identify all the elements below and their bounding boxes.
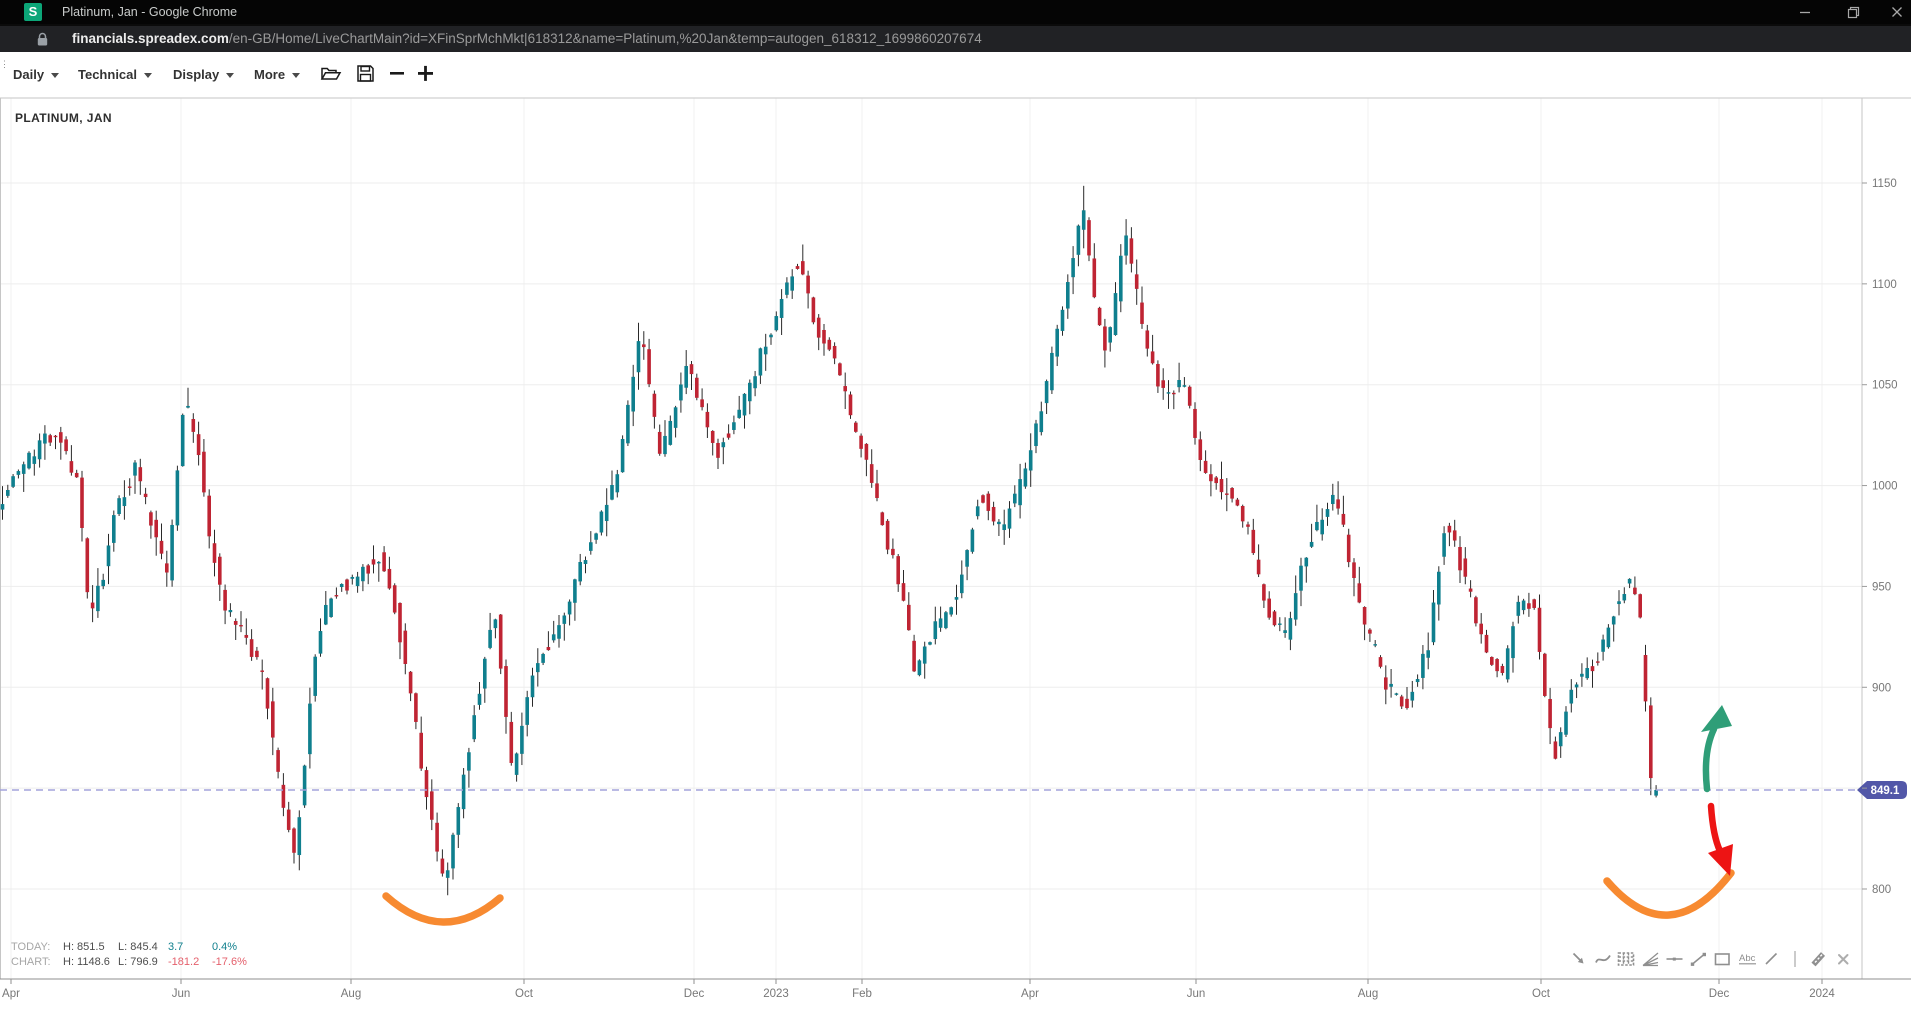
- close-button-icon[interactable]: [1880, 0, 1911, 24]
- instrument-title: PLATINUM, JAN: [15, 111, 112, 125]
- chevron-down-icon: [226, 73, 234, 78]
- gridlines: [0, 98, 1862, 979]
- spreadex-favicon-icon: S: [24, 3, 42, 21]
- svg-text:1100: 1100: [1872, 279, 1897, 291]
- window-title: Platinum, Jan - Google Chrome: [62, 0, 237, 24]
- svg-text:1000: 1000: [1872, 481, 1898, 493]
- menu-timeframe[interactable]: Daily: [13, 52, 59, 97]
- red-down-arrow[interactable]: [1708, 806, 1733, 876]
- text-tool-icon[interactable]: Abc: [1737, 948, 1756, 970]
- svg-text:800: 800: [1872, 884, 1891, 896]
- svg-text:950: 950: [1872, 581, 1891, 593]
- orange-swoosh-right[interactable]: [1607, 873, 1731, 915]
- svg-text:Oct: Oct: [515, 988, 534, 1000]
- url-path: /en-GB/Home/LiveChartMain?id=XFinSprMchM…: [229, 31, 982, 46]
- marker-icon[interactable]: [1809, 948, 1828, 970]
- chart-toolbar: ⋮ Daily Technical Display More: [0, 52, 1911, 97]
- diagonal-line-icon[interactable]: [1761, 948, 1780, 970]
- delete-icon[interactable]: [1833, 948, 1852, 970]
- chevron-down-icon: [144, 73, 152, 78]
- restore-button-icon[interactable]: [1836, 0, 1870, 24]
- lock-icon: [36, 32, 49, 52]
- separator-icon: [1785, 948, 1804, 970]
- svg-text:900: 900: [1872, 682, 1891, 694]
- menu-display[interactable]: Display: [173, 52, 234, 97]
- svg-text:1150: 1150: [1872, 178, 1897, 190]
- axis-labels: Apr Jun Aug Oct Dec 2023 Feb Apr Jun Aug Oct Dec 202…: [2, 178, 1898, 1000]
- legend-row-today: TODAY:H: 851.5L: 845.43.70.4%: [11, 940, 256, 955]
- svg-text:2023: 2023: [763, 988, 789, 1000]
- svg-text:Dec: Dec: [684, 988, 705, 1000]
- orange-swoosh-left[interactable]: [386, 896, 500, 922]
- last-price-line: 849.1: [0, 781, 1907, 799]
- price-chart[interactable]: 849.1 Apr Jun Aug Oct Dec 2023 Feb Apr Jun Aug Oct D…: [0, 0, 1911, 1011]
- address-bar[interactable]: financials.spreadex.com/en-GB/Home/LiveC…: [0, 24, 1911, 52]
- svg-text:Aug: Aug: [341, 988, 361, 1000]
- horizontal-line-icon[interactable]: [1665, 948, 1684, 970]
- rectangle-icon[interactable]: [1713, 948, 1732, 970]
- zoom-out-icon[interactable]: [389, 64, 411, 86]
- svg-text:1050: 1050: [1872, 380, 1898, 392]
- svg-text:Abc: Abc: [1739, 953, 1756, 964]
- trend-line-icon[interactable]: [1689, 948, 1708, 970]
- axes: [0, 98, 1911, 979]
- pointer-arrow-icon[interactable]: [1569, 948, 1588, 970]
- chevron-down-icon: [292, 73, 300, 78]
- panel-grip[interactable]: ⋮: [0, 60, 9, 69]
- svg-text:2024: 2024: [1809, 988, 1835, 1000]
- window-titlebar: S Platinum, Jan - Google Chrome: [0, 0, 1911, 24]
- svg-text:Jun: Jun: [172, 988, 191, 1000]
- svg-text:Apr: Apr: [2, 988, 20, 1000]
- url-domain: financials.spreadex.com: [72, 31, 229, 46]
- save-chart-icon[interactable]: [356, 64, 378, 86]
- freehand-curve-icon[interactable]: [1593, 948, 1612, 970]
- svg-text:849.1: 849.1: [1871, 785, 1900, 797]
- candlestick-series: [1, 186, 1658, 895]
- svg-text:Aug: Aug: [1358, 988, 1378, 1000]
- menu-more[interactable]: More: [254, 52, 300, 97]
- price-legend: TODAY:H: 851.5L: 845.43.70.4% CHART:H: 1…: [11, 940, 256, 969]
- legend-row-chart: CHART:H: 1148.6L: 796.9-181.2-17.6%: [11, 955, 256, 970]
- drawing-toolbar: Abc: [1569, 948, 1852, 970]
- svg-text:Dec: Dec: [1709, 988, 1730, 1000]
- svg-text:Feb: Feb: [852, 988, 872, 1000]
- zoom-in-icon[interactable]: [417, 64, 439, 86]
- svg-text:Apr: Apr: [1021, 988, 1039, 1000]
- grid-icon[interactable]: [1617, 948, 1636, 970]
- menu-technical[interactable]: Technical: [78, 52, 152, 97]
- chevron-down-icon: [51, 73, 59, 78]
- open-chart-icon[interactable]: [320, 64, 342, 86]
- minimize-button-icon[interactable]: [1788, 0, 1822, 24]
- svg-text:Jun: Jun: [1187, 988, 1206, 1000]
- green-up-arrow[interactable]: [1701, 705, 1732, 789]
- svg-text:Oct: Oct: [1532, 988, 1551, 1000]
- fan-lines-icon[interactable]: [1641, 948, 1660, 970]
